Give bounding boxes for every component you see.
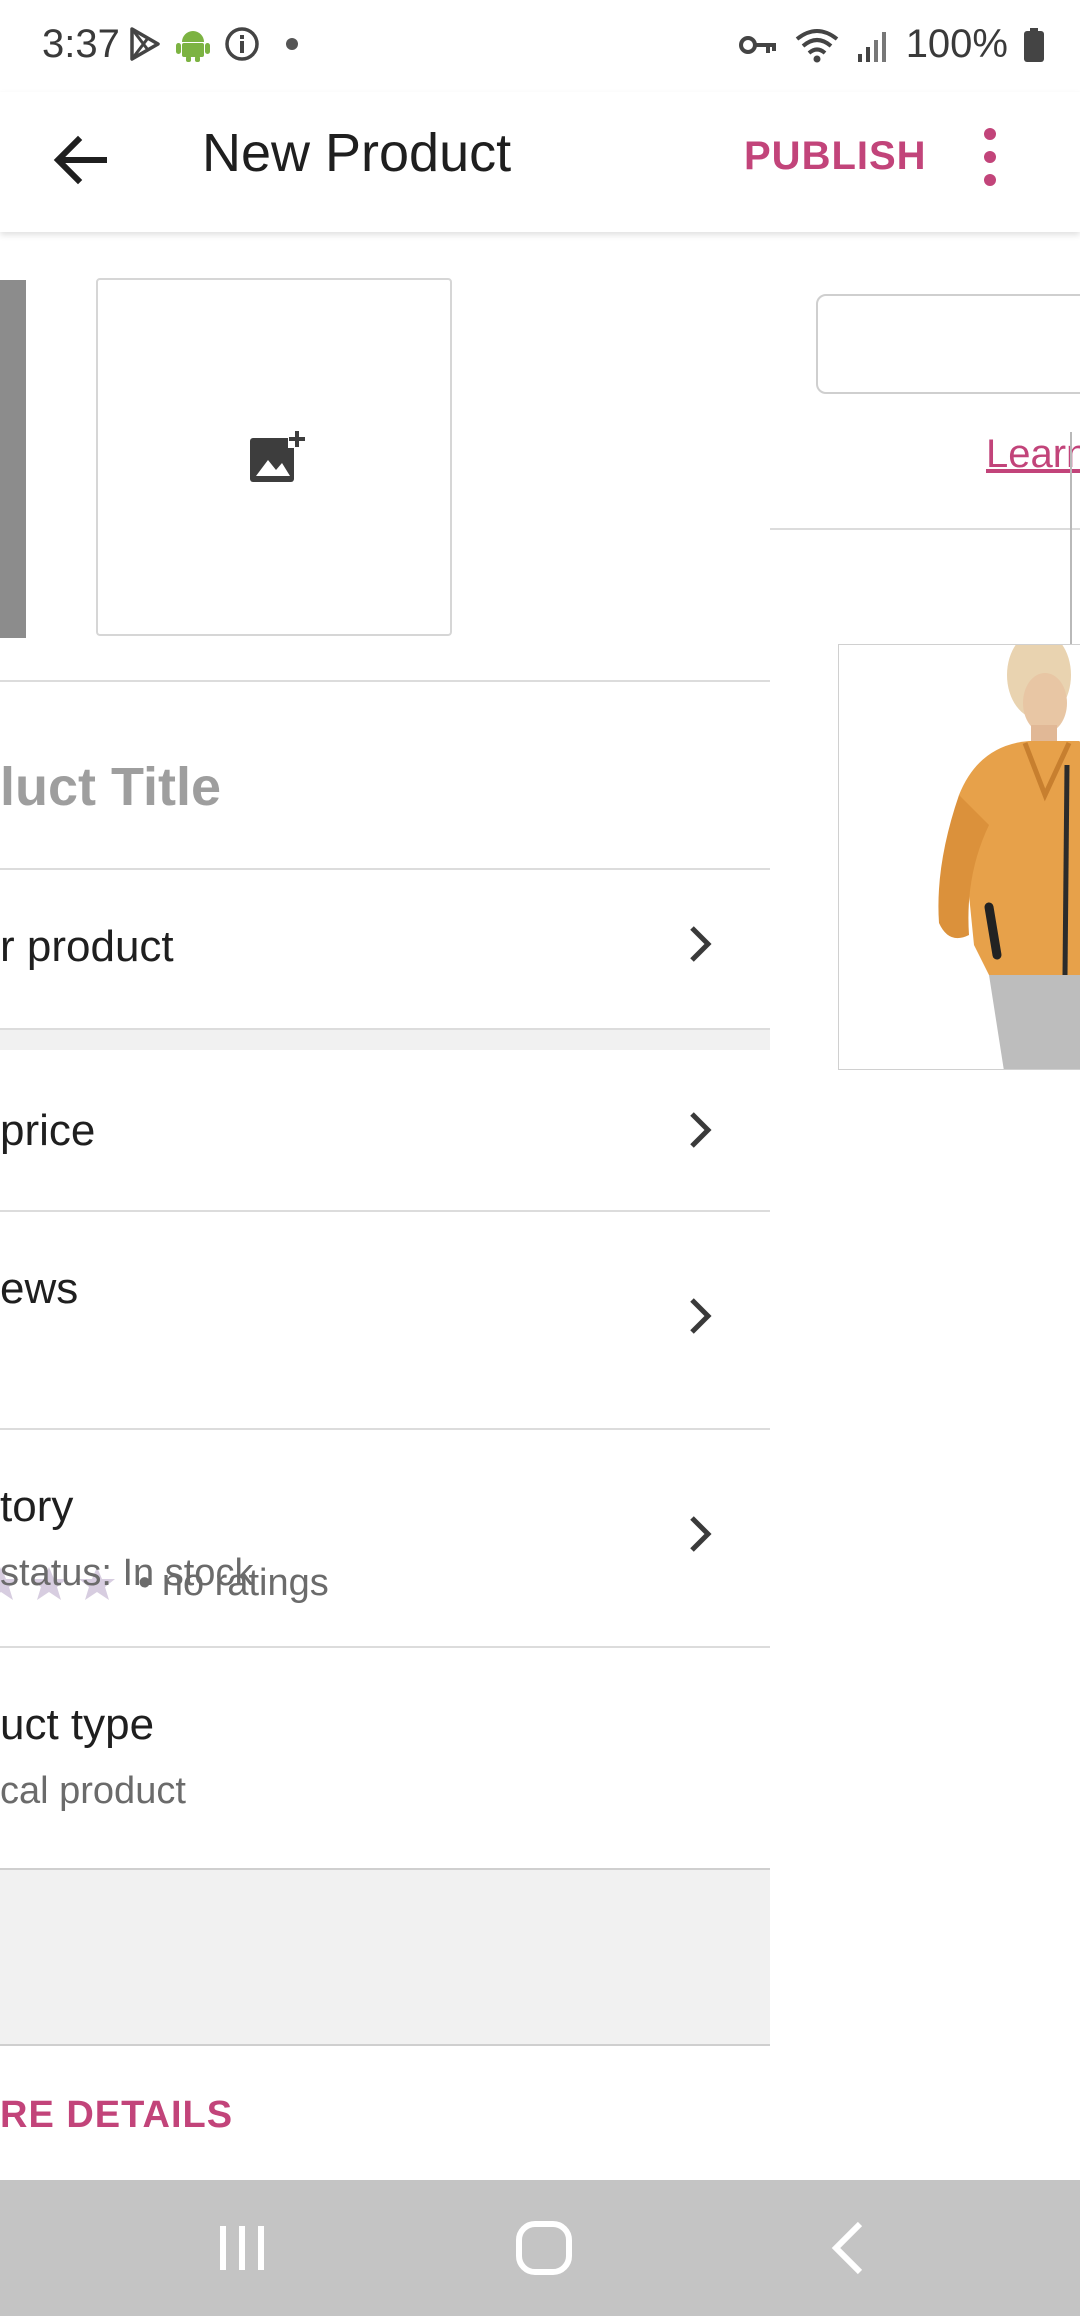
describe-product-row[interactable]: r product [0,922,174,972]
battery-percentage: 100% [905,22,1008,66]
side-sheet: Learn [770,232,1080,2180]
add-photo-icon [250,430,306,482]
divider [0,1868,770,1870]
status-right: 100% [738,22,1044,67]
signal-icon [857,31,886,62]
inventory-status: status: In stock [0,1552,254,1594]
side-sheet-input[interactable] [816,294,1080,394]
reviews-row[interactable]: ews [0,1264,78,1314]
system-navigation-bar [0,2180,1080,2316]
divider [0,1428,770,1430]
add-image-button[interactable] [96,278,452,636]
divider [0,1646,770,1648]
chevron-right-icon [690,1298,712,1334]
product-type-value: cal product [0,1770,186,1812]
section-separator [0,1028,770,1050]
product-title-input[interactable]: luct Title [0,756,221,818]
product-photo-jacket [938,645,1080,1069]
status-time: 3:37 [42,22,120,66]
more-options-icon[interactable] [975,122,1005,192]
divider [0,1210,770,1212]
wifi-icon [795,28,838,62]
chevron-right-icon [690,1516,712,1552]
page-title: New Product [202,123,512,183]
product-photo[interactable] [838,644,1080,1070]
app-bar: New Product PUBLISH [0,92,1080,232]
chevron-right-icon [690,1112,712,1148]
divider [0,868,770,870]
product-form: luct Title r product price ews • no rati… [0,232,770,2180]
recent-apps-icon[interactable] [216,2222,268,2274]
product-image-thumbnail[interactable] [0,280,26,638]
product-type-row[interactable]: uct type [0,1700,154,1750]
divider [770,528,1080,530]
divider [0,2044,770,2046]
dot-icon [286,38,298,50]
divider [0,1028,770,1030]
android-icon [176,31,210,62]
battery-icon [1024,27,1044,62]
inventory-row[interactable]: tory [0,1482,73,1532]
play-store-icon [130,27,160,61]
home-icon[interactable] [514,2220,574,2276]
status-left-icons [128,26,298,62]
back-arrow-icon[interactable] [48,128,112,192]
learn-more-link[interactable]: Learn [986,432,1080,477]
publish-button[interactable]: PUBLISH [744,134,927,179]
chevron-right-icon [690,926,712,962]
status-bar: 3:37 100% [0,0,1080,92]
price-row[interactable]: price [0,1106,95,1156]
vpn-key-icon [738,35,776,54]
section-separator [0,1868,770,2046]
more-details-button[interactable]: RE DETAILS [0,2094,233,2137]
back-nav-icon[interactable] [828,2220,868,2276]
divider [0,680,770,682]
info-icon [225,27,259,61]
